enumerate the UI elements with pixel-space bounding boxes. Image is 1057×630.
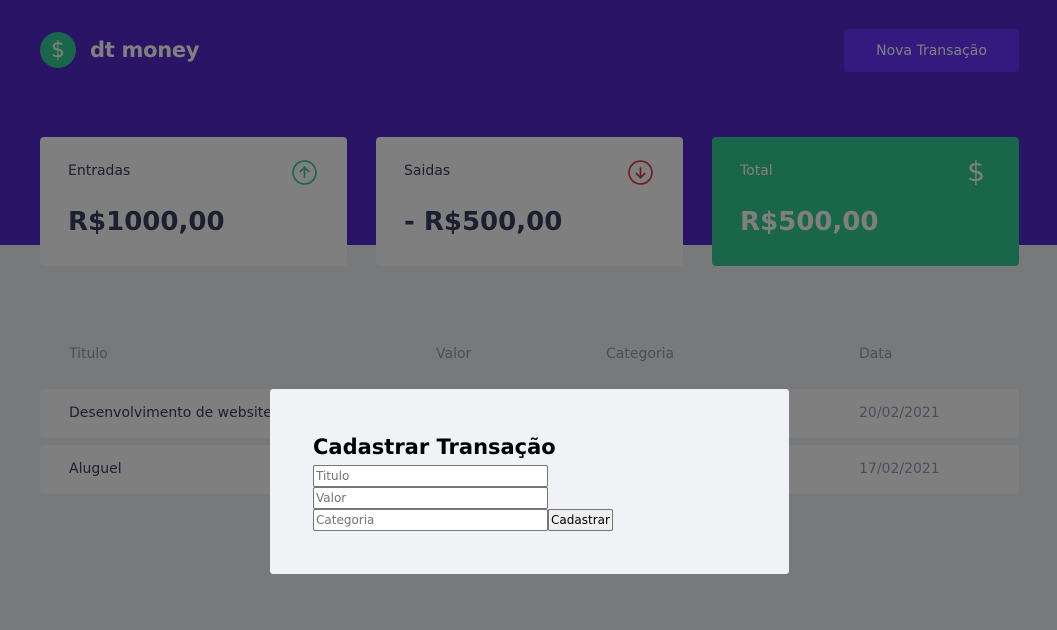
modal-title: Cadastrar Transação	[313, 435, 556, 459]
title-input[interactable]	[313, 465, 548, 487]
value-input[interactable]	[313, 487, 548, 509]
category-input[interactable]	[313, 509, 548, 531]
submit-button[interactable]: Cadastrar	[548, 509, 613, 531]
new-transaction-modal: Cadastrar Transação Cadastrar	[270, 389, 789, 574]
